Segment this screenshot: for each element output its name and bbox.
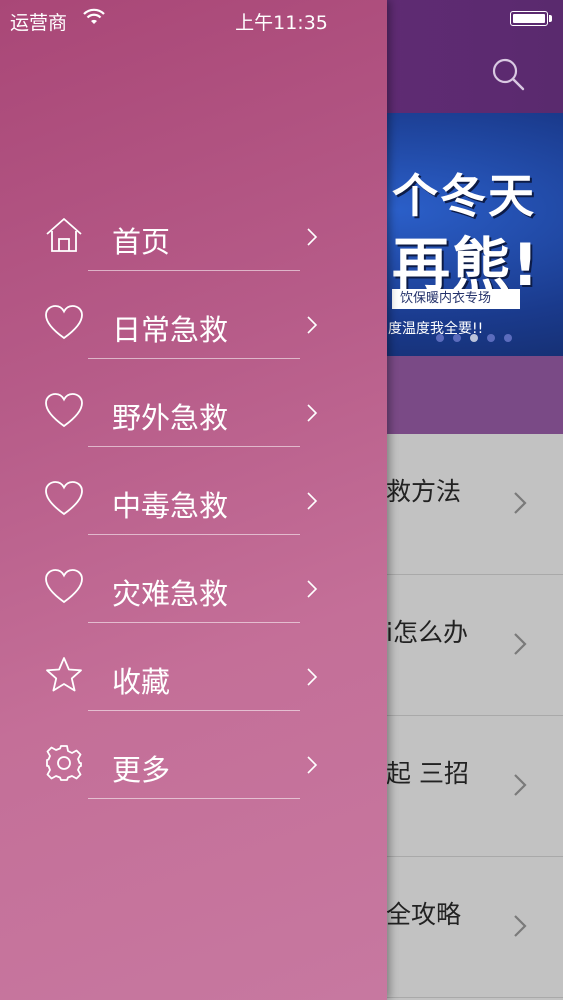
clock: 上午11:35	[235, 12, 328, 34]
banner-tag: 饮保暖内衣专场	[392, 289, 520, 309]
list-item-title: 全攻略	[386, 900, 462, 929]
menu-item-home[interactable]: 首页	[0, 193, 387, 281]
page-dot-active[interactable]	[470, 334, 478, 342]
page-dot[interactable]	[504, 334, 512, 342]
battery-icon	[510, 11, 548, 26]
status-bar: 运营商 上午11:35	[0, 0, 563, 38]
list-item-title: 起 三招	[386, 759, 469, 788]
menu-item-label: 日常急救	[112, 313, 229, 347]
heart-icon	[45, 393, 83, 428]
chevron-right-icon	[307, 228, 318, 246]
gear-icon	[46, 745, 82, 781]
menu-divider	[88, 710, 300, 711]
menu-item-label: 更多	[112, 753, 171, 787]
menu-divider	[88, 270, 300, 271]
menu-divider	[88, 534, 300, 535]
menu-item-label: 灾难急救	[112, 577, 229, 611]
side-drawer: 首页 日常急救 野外急救 中毒急救 灾难急救 收藏 更多	[0, 0, 387, 1000]
menu-divider	[88, 446, 300, 447]
chevron-right-icon	[514, 633, 527, 655]
chevron-right-icon	[307, 580, 318, 598]
menu-divider	[88, 622, 300, 623]
chevron-right-icon	[307, 492, 318, 510]
search-icon[interactable]	[488, 54, 528, 94]
menu-item-favorites[interactable]: 收藏	[0, 633, 387, 721]
heart-icon	[45, 569, 83, 604]
menu-divider	[88, 798, 300, 799]
page-dot[interactable]	[487, 334, 495, 342]
page-dot[interactable]	[436, 334, 444, 342]
menu-item-label: 野外急救	[112, 401, 229, 435]
list-item-title: i怎么办	[386, 618, 468, 647]
chevron-right-icon	[307, 668, 318, 686]
chevron-right-icon	[514, 774, 527, 796]
list-item-title: 救方法	[386, 477, 462, 506]
chevron-right-icon	[307, 404, 318, 422]
menu-item-poisoning-first-aid[interactable]: 中毒急救	[0, 457, 387, 545]
banner-page-indicator[interactable]	[436, 334, 512, 342]
chevron-right-icon	[514, 492, 527, 514]
menu-item-label: 收藏	[112, 665, 171, 699]
menu-item-disaster-first-aid[interactable]: 灾难急救	[0, 545, 387, 633]
battery-tip	[549, 15, 552, 22]
home-icon	[46, 218, 82, 252]
drawer-menu: 首页 日常急救 野外急救 中毒急救 灾难急救 收藏 更多	[0, 193, 387, 809]
heart-icon	[45, 305, 83, 340]
heart-icon	[45, 481, 83, 516]
menu-item-daily-first-aid[interactable]: 日常急救	[0, 281, 387, 369]
menu-item-more[interactable]: 更多	[0, 721, 387, 809]
chevron-right-icon	[307, 756, 318, 774]
chevron-right-icon	[514, 915, 527, 937]
menu-item-label: 首页	[112, 225, 171, 259]
menu-item-outdoor-first-aid[interactable]: 野外急救	[0, 369, 387, 457]
chevron-right-icon	[307, 316, 318, 334]
page-dot[interactable]	[453, 334, 461, 342]
star-icon	[46, 657, 82, 692]
banner-headline-1: 个冬天	[392, 169, 536, 223]
menu-divider	[88, 358, 300, 359]
menu-item-label: 中毒急救	[112, 489, 229, 523]
